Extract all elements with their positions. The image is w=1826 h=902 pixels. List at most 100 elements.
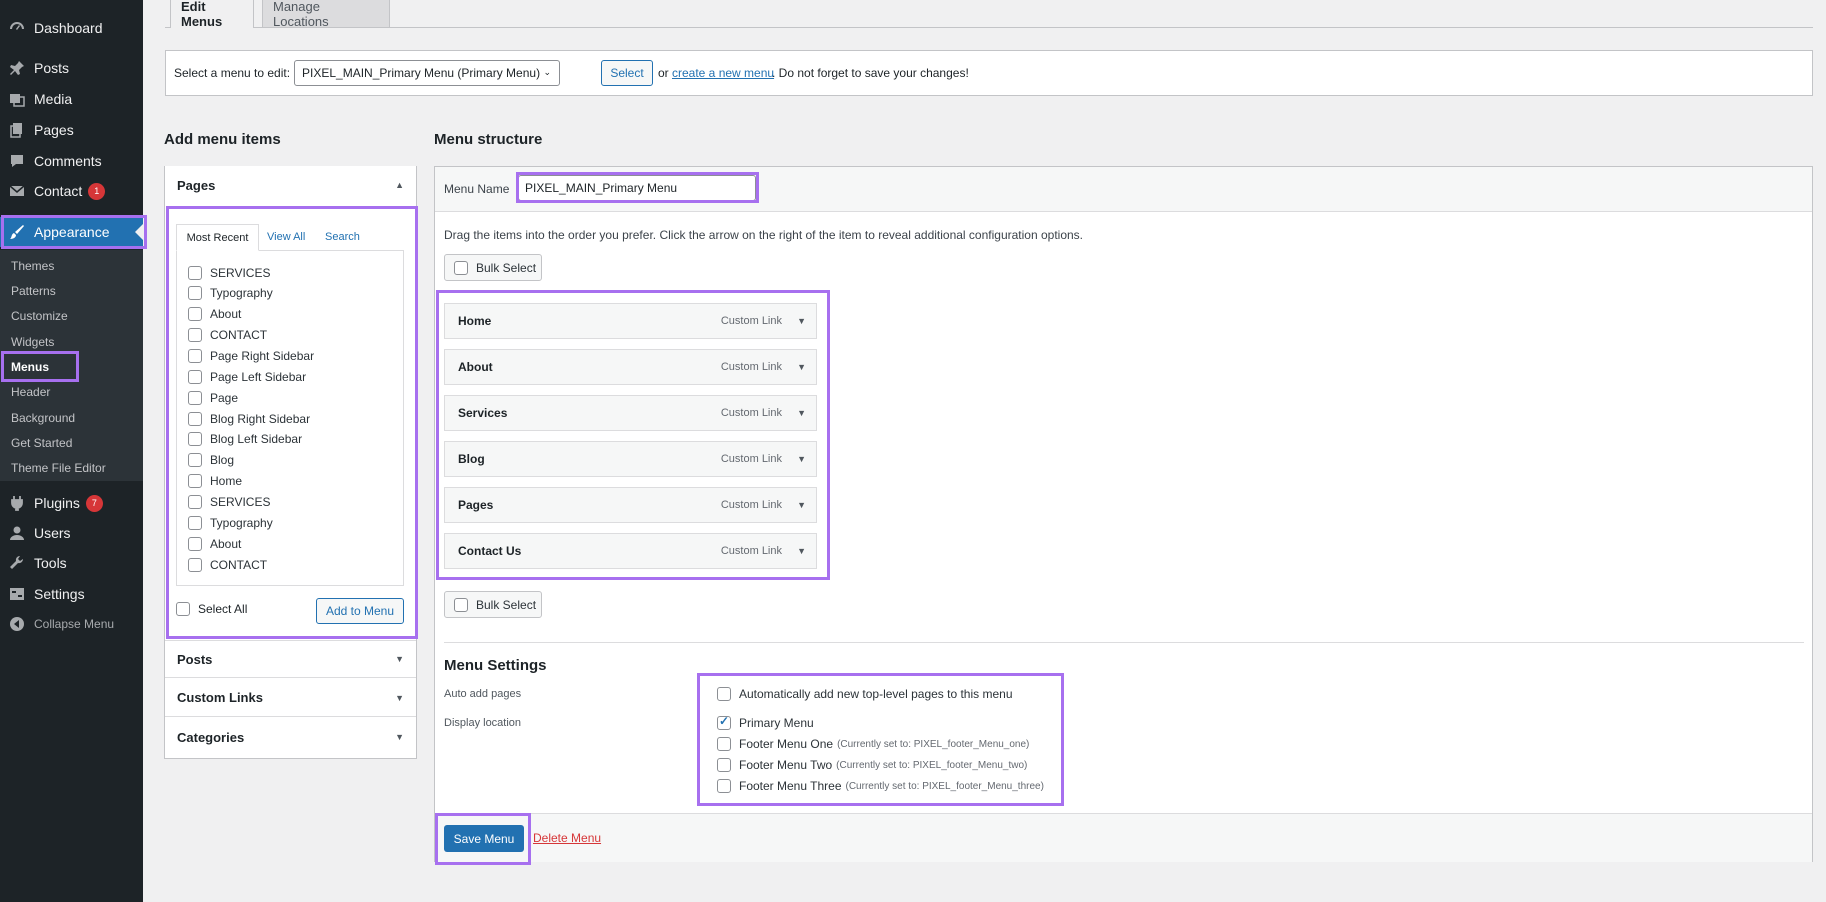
sidebar-item-contact[interactable]: Contact 1 xyxy=(0,176,143,206)
tab-most-recent[interactable]: Most Recent xyxy=(176,224,259,251)
list-item[interactable]: Page xyxy=(188,389,238,407)
sidebar-item-plugins[interactable]: Plugins 7 xyxy=(0,488,143,518)
list-item[interactable]: Typography xyxy=(188,514,273,532)
list-item[interactable]: Blog xyxy=(188,451,234,469)
checkbox[interactable] xyxy=(717,779,731,793)
auto-add-checkbox[interactable]: Automatically add new top-level pages to… xyxy=(717,687,1013,701)
list-item[interactable]: Page Right Sidebar xyxy=(188,347,314,365)
menu-item-contact-us[interactable]: Contact Us Custom Link ▼ xyxy=(444,533,817,569)
sidebar-item-media[interactable]: Media xyxy=(0,84,143,114)
accordion-posts-header[interactable]: Posts ▼ xyxy=(165,640,416,678)
accordion-pages-header[interactable]: Pages ▲ xyxy=(165,166,416,204)
checkbox[interactable] xyxy=(188,286,202,300)
checkbox[interactable] xyxy=(188,391,202,405)
tab-manage-locations[interactable]: Manage Locations xyxy=(262,0,390,29)
menu-item-services[interactable]: Services Custom Link ▼ xyxy=(444,395,817,431)
menu-item-title: Contact Us xyxy=(458,544,522,558)
list-item[interactable]: CONTACT xyxy=(188,326,267,344)
checkbox[interactable] xyxy=(188,370,202,384)
menu-item-about[interactable]: About Custom Link ▼ xyxy=(444,349,817,385)
checkbox[interactable] xyxy=(176,602,190,616)
sidebar-item-tools[interactable]: Tools xyxy=(0,548,143,578)
notification-badge: 1 xyxy=(88,182,106,200)
menu-select-dropdown[interactable]: PIXEL_MAIN_Primary Menu (Primary Menu) ⌄ xyxy=(294,60,560,86)
menu-name-input[interactable] xyxy=(518,175,756,201)
menu-item-type: Custom Link xyxy=(720,453,782,465)
checkbox[interactable] xyxy=(717,758,731,772)
sidebar-item-comments[interactable]: Comments xyxy=(0,146,143,176)
checkbox[interactable] xyxy=(717,714,731,730)
checkbox[interactable] xyxy=(188,558,202,572)
checkbox[interactable] xyxy=(188,453,202,467)
sidebar-item-users[interactable]: Users xyxy=(0,518,143,548)
bulk-select-top-button[interactable]: Bulk Select xyxy=(444,254,542,281)
list-item[interactable]: CONTACT xyxy=(188,556,267,574)
submenu-widgets[interactable]: Widgets xyxy=(0,329,143,354)
checkbox[interactable] xyxy=(454,597,468,612)
submenu-themes[interactable]: Themes xyxy=(0,253,143,278)
menu-item-home[interactable]: Home Custom Link ▼ xyxy=(444,303,817,339)
expand-arrow-icon[interactable]: ▼ xyxy=(797,454,806,464)
tab-edit-menus[interactable]: Edit Menus xyxy=(170,0,254,29)
submenu-get-started[interactable]: Get Started xyxy=(0,430,143,455)
submenu-patterns[interactable]: Patterns xyxy=(0,278,143,303)
location-footer-menu-three[interactable]: Footer Menu Three (Currently set to: PIX… xyxy=(717,779,1044,793)
submenu-header[interactable]: Header xyxy=(0,379,143,404)
sidebar-item-appearance[interactable]: Appearance xyxy=(0,217,143,247)
submenu-menus[interactable]: Menus xyxy=(0,354,143,379)
delete-menu-link[interactable]: Delete Menu xyxy=(533,831,601,845)
checkbox[interactable] xyxy=(188,516,202,530)
tab-search[interactable]: Search xyxy=(325,231,360,243)
select-button[interactable]: Select xyxy=(601,60,653,86)
location-footer-menu-two[interactable]: Footer Menu Two (Currently set to: PIXEL… xyxy=(717,758,1027,772)
list-item[interactable]: About xyxy=(188,305,241,323)
checkbox[interactable] xyxy=(188,432,202,446)
expand-arrow-icon[interactable]: ▼ xyxy=(797,408,806,418)
expand-arrow-icon[interactable]: ▼ xyxy=(797,362,806,372)
checkbox[interactable] xyxy=(188,537,202,551)
list-item[interactable]: Blog Left Sidebar xyxy=(188,430,302,448)
expand-arrow-icon[interactable]: ▼ xyxy=(797,546,806,556)
accordion-categories-header[interactable]: Categories ▼ xyxy=(165,718,416,756)
bulk-select-bottom-button[interactable]: Bulk Select xyxy=(444,591,542,618)
checkbox[interactable] xyxy=(188,328,202,342)
expand-arrow-icon[interactable]: ▼ xyxy=(797,316,806,326)
submenu-theme-file-editor[interactable]: Theme File Editor xyxy=(0,455,143,480)
add-to-menu-button[interactable]: Add to Menu xyxy=(316,598,404,624)
list-item[interactable]: Home xyxy=(188,472,242,490)
checkbox[interactable] xyxy=(454,260,468,275)
checkbox[interactable] xyxy=(188,349,202,363)
list-item[interactable]: Typography xyxy=(188,284,273,302)
checkbox[interactable] xyxy=(188,495,202,509)
location-primary-menu[interactable]: Primary Menu xyxy=(717,714,814,730)
menu-item-title: About xyxy=(458,360,493,374)
sidebar-item-posts[interactable]: Posts xyxy=(0,53,143,83)
collapse-menu-button[interactable]: Collapse Menu xyxy=(0,609,143,639)
list-item[interactable]: SERVICES xyxy=(188,493,270,511)
create-new-menu-link[interactable]: create a new menu xyxy=(672,66,774,80)
accordion-custom-links-header[interactable]: Custom Links ▼ xyxy=(165,679,416,717)
select-all-checkbox[interactable]: Select All xyxy=(176,602,247,616)
submenu-customize[interactable]: Customize xyxy=(0,303,143,328)
expand-arrow-icon[interactable]: ▼ xyxy=(797,500,806,510)
menu-item-pages[interactable]: Pages Custom Link ▼ xyxy=(444,487,817,523)
checkbox[interactable] xyxy=(188,412,202,426)
checkbox[interactable] xyxy=(188,474,202,488)
list-item[interactable]: Blog Right Sidebar xyxy=(188,410,310,428)
checkbox[interactable] xyxy=(188,307,202,321)
location-footer-menu-one[interactable]: Footer Menu One (Currently set to: PIXEL… xyxy=(717,737,1029,751)
save-menu-button[interactable]: Save Menu xyxy=(444,825,524,852)
sidebar-item-pages[interactable]: Pages xyxy=(0,115,143,145)
checkbox[interactable] xyxy=(717,737,731,751)
or-text: or xyxy=(658,66,669,80)
menu-item-blog[interactable]: Blog Custom Link ▼ xyxy=(444,441,817,477)
list-item[interactable]: About xyxy=(188,535,241,553)
sidebar-item-dashboard[interactable]: Dashboard xyxy=(0,13,143,43)
submenu-background[interactable]: Background xyxy=(0,405,143,430)
list-item[interactable]: Page Left Sidebar xyxy=(188,368,306,386)
checkbox[interactable] xyxy=(717,687,731,701)
list-item[interactable]: SERVICES xyxy=(188,264,270,282)
checkbox[interactable] xyxy=(188,266,202,280)
sidebar-item-settings[interactable]: Settings xyxy=(0,579,143,609)
tab-view-all[interactable]: View All xyxy=(267,231,305,243)
